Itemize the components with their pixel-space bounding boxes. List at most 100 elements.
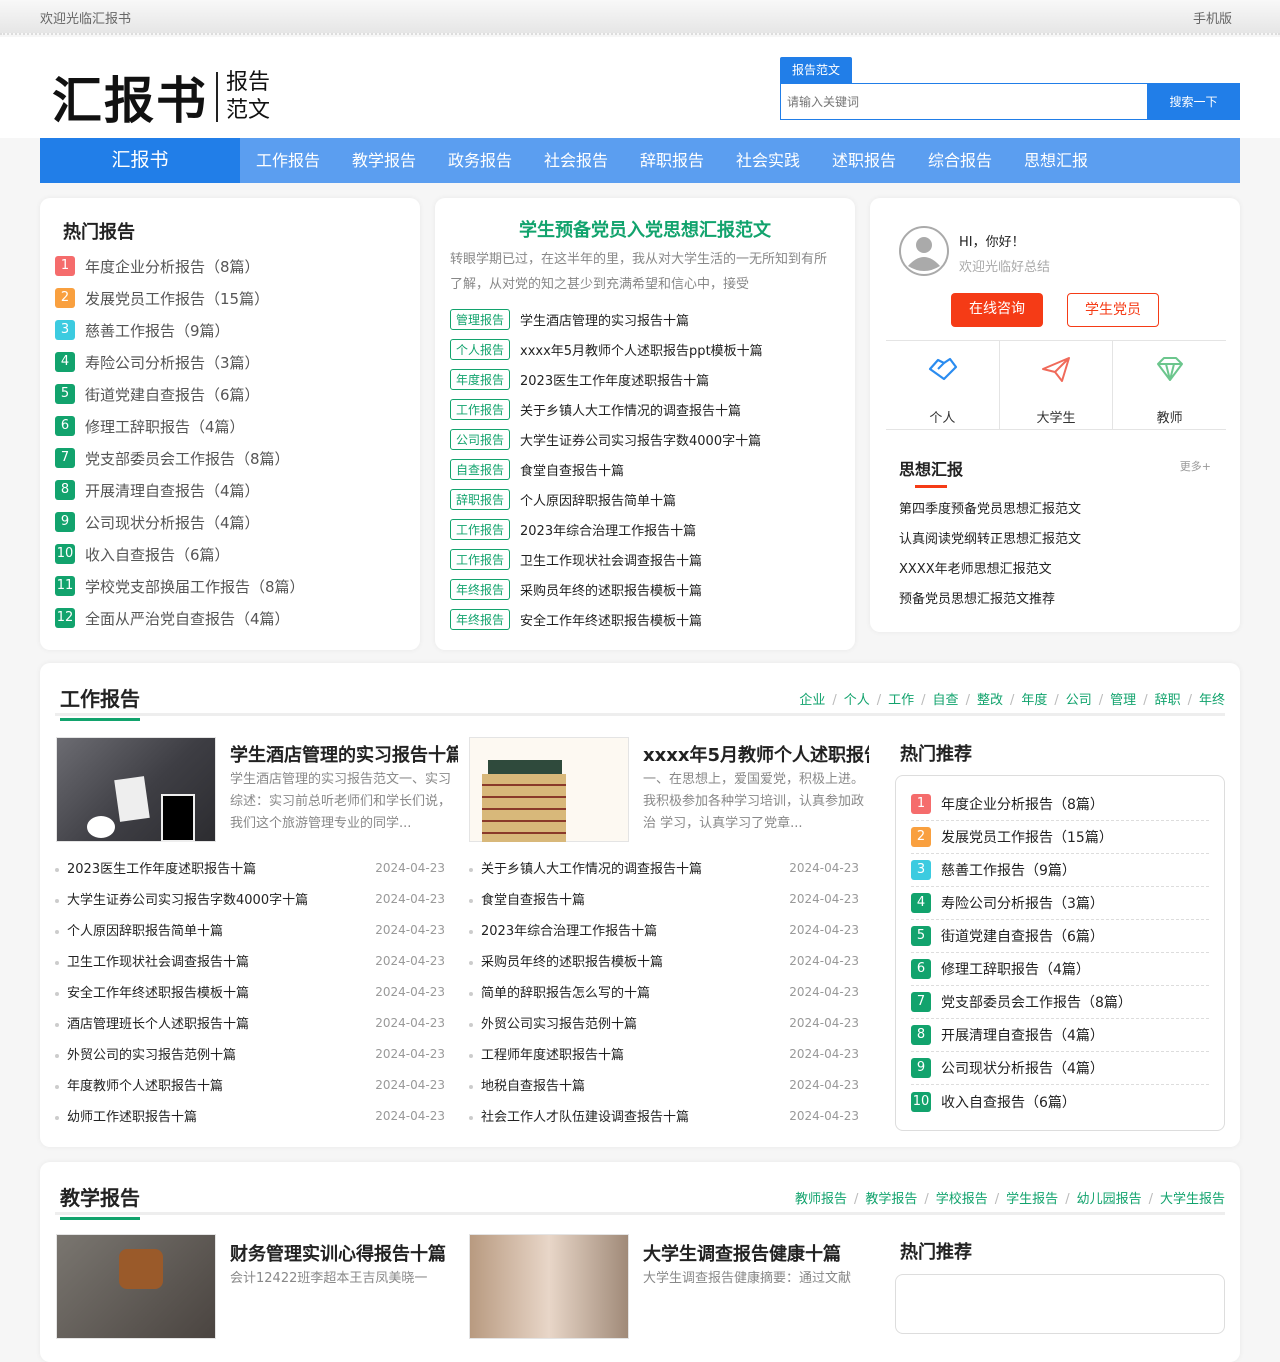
thought-item[interactable]: 第四季度预备党员思想汇报范文 — [899, 498, 1081, 528]
category-tag[interactable]: 工作报告 — [450, 518, 511, 540]
section-link[interactable]: 大学生报告 — [1160, 1192, 1225, 1207]
rank-item[interactable]: 5 街道党建自查报告（6篇） — [911, 920, 1209, 953]
featured-item[interactable]: 工作报告 关于乡镇人大工作情况的调查报告十篇 — [450, 394, 763, 424]
article-title[interactable]: 财务管理实训心得报告十篇 — [230, 1240, 458, 1266]
rank-item[interactable]: 12 全面从严治党自查报告（4篇） — [55, 602, 305, 634]
section-link[interactable]: 辞职 — [1155, 693, 1181, 708]
featured-item[interactable]: 年度报告 2023医生工作年度述职报告十篇 — [450, 364, 763, 394]
item-title[interactable]: 2023年综合治理工作报告十篇 — [520, 520, 696, 539]
category-college[interactable]: 大学生 — [1000, 341, 1114, 429]
list-item[interactable]: 卫生工作现状社会调查报告十篇 2024-04-23 — [55, 945, 445, 976]
article-thumbnail[interactable] — [469, 1234, 629, 1339]
article-thumbnail[interactable] — [469, 737, 629, 842]
rank-item[interactable]: 6 修理工辞职报告（4篇） — [55, 410, 305, 442]
nav-item[interactable]: 思想汇报 — [1008, 138, 1104, 183]
section-link[interactable]: 公司 — [1066, 693, 1092, 708]
list-item[interactable]: 大学生证券公司实习报告字数4000字十篇 2024-04-23 — [55, 883, 445, 914]
nav-item[interactable]: 社会报告 — [528, 138, 624, 183]
category-teacher[interactable]: 教师 — [1113, 341, 1226, 429]
section-link[interactable]: 学校报告 — [936, 1192, 988, 1207]
rank-item[interactable]: 7 党支部委员会工作报告（8篇） — [911, 986, 1209, 1019]
list-item-title[interactable]: 年度教师个人述职报告十篇 — [55, 1075, 223, 1094]
list-item[interactable]: 安全工作年终述职报告模板十篇 2024-04-23 — [55, 976, 445, 1007]
rank-item[interactable]: 6 修理工辞职报告（4篇） — [911, 953, 1209, 986]
list-item[interactable]: 个人原因辞职报告简单十篇 2024-04-23 — [55, 914, 445, 945]
featured-item[interactable]: 年终报告 采购员年终的述职报告模板十篇 — [450, 574, 763, 604]
list-item[interactable]: 幼师工作述职报告十篇 2024-04-23 — [55, 1100, 445, 1131]
list-item[interactable]: 简单的辞职报告怎么写的十篇 2024-04-23 — [469, 976, 859, 1007]
list-item[interactable]: 采购员年终的述职报告模板十篇 2024-04-23 — [469, 945, 859, 976]
nav-item[interactable]: 综合报告 — [912, 138, 1008, 183]
section-link[interactable]: 年终 — [1199, 693, 1225, 708]
category-personal[interactable]: 个人 — [886, 341, 1000, 429]
article-thumbnail[interactable] — [56, 737, 216, 842]
list-item-title[interactable]: 工程师年度述职报告十篇 — [469, 1044, 624, 1063]
section-link[interactable]: 教师报告 — [795, 1192, 847, 1207]
section-link[interactable]: 教学报告 — [865, 1192, 917, 1207]
rank-item[interactable]: 7 党支部委员会工作报告（8篇） — [55, 442, 305, 474]
list-item[interactable]: 食堂自查报告十篇 2024-04-23 — [469, 883, 859, 914]
list-item[interactable]: 地税自查报告十篇 2024-04-23 — [469, 1069, 859, 1100]
article-title[interactable]: 学生酒店管理的实习报告十篇 — [230, 741, 458, 767]
category-tag[interactable]: 公司报告 — [450, 428, 511, 450]
rank-item[interactable]: 11 学校党支部换届工作报告（8篇） — [55, 570, 305, 602]
list-item-title[interactable]: 酒店管理班长个人述职报告十篇 — [55, 1013, 249, 1032]
list-item[interactable]: 外贸公司的实习报告范例十篇 2024-04-23 — [55, 1038, 445, 1069]
nav-item[interactable]: 辞职报告 — [624, 138, 720, 183]
category-tag[interactable]: 个人报告 — [450, 338, 511, 360]
rank-item[interactable]: 2 发展党员工作报告（15篇） — [55, 282, 305, 314]
search-button[interactable]: 搜索一下 — [1147, 83, 1240, 120]
featured-item[interactable]: 管理报告 学生酒店管理的实习报告十篇 — [450, 304, 763, 334]
section-link[interactable]: 幼儿园报告 — [1077, 1192, 1142, 1207]
section-link[interactable]: 企业 — [799, 693, 825, 708]
nav-item[interactable]: 社会实践 — [720, 138, 816, 183]
category-tag[interactable]: 自查报告 — [450, 458, 511, 480]
list-item-title[interactable]: 采购员年终的述职报告模板十篇 — [469, 951, 663, 970]
list-item[interactable]: 年度教师个人述职报告十篇 2024-04-23 — [55, 1069, 445, 1100]
item-title[interactable]: 食堂自查报告十篇 — [520, 460, 624, 479]
item-title[interactable]: 大学生证券公司实习报告字数4000字十篇 — [520, 430, 761, 449]
list-item-title[interactable]: 大学生证券公司实习报告字数4000字十篇 — [55, 889, 308, 908]
item-title[interactable]: 个人原因辞职报告简单十篇 — [520, 490, 676, 509]
list-item-title[interactable]: 个人原因辞职报告简单十篇 — [55, 920, 223, 939]
section-link[interactable]: 管理 — [1110, 693, 1136, 708]
list-item-title[interactable]: 外贸公司的实习报告范例十篇 — [55, 1044, 236, 1063]
section-link[interactable]: 工作 — [888, 693, 914, 708]
online-consult-button[interactable]: 在线咨询 — [951, 293, 1043, 327]
category-tag[interactable]: 年终报告 — [450, 578, 511, 600]
featured-item[interactable]: 工作报告 2023年综合治理工作报告十篇 — [450, 514, 763, 544]
rank-item[interactable]: 9 公司现状分析报告（4篇） — [55, 506, 305, 538]
rank-item[interactable]: 4 寿险公司分析报告（3篇） — [911, 887, 1209, 920]
list-item[interactable]: 关于乡镇人大工作情况的调查报告十篇 2024-04-23 — [469, 852, 859, 883]
category-tag[interactable]: 年终报告 — [450, 608, 511, 630]
list-item[interactable]: 外贸公司实习报告范例十篇 2024-04-23 — [469, 1007, 859, 1038]
featured-item[interactable]: 工作报告 卫生工作现状社会调查报告十篇 — [450, 544, 763, 574]
list-item[interactable]: 社会工作人才队伍建设调查报告十篇 2024-04-23 — [469, 1100, 859, 1131]
category-tag[interactable]: 辞职报告 — [450, 488, 511, 510]
rank-item[interactable]: 3 慈善工作报告（9篇） — [911, 854, 1209, 887]
section-link[interactable]: 个人 — [844, 693, 870, 708]
list-item-title[interactable]: 简单的辞职报告怎么写的十篇 — [469, 982, 650, 1001]
item-title[interactable]: 2023医生工作年度述职报告十篇 — [520, 370, 709, 389]
featured-item[interactable]: 自查报告 食堂自查报告十篇 — [450, 454, 763, 484]
item-title[interactable]: 学生酒店管理的实习报告十篇 — [520, 310, 689, 329]
item-title[interactable]: 安全工作年终述职报告模板十篇 — [520, 610, 702, 629]
item-title[interactable]: 卫生工作现状社会调查报告十篇 — [520, 550, 702, 569]
featured-item[interactable]: 公司报告 大学生证券公司实习报告字数4000字十篇 — [450, 424, 763, 454]
rank-item[interactable]: 9 公司现状分析报告（4篇） — [911, 1052, 1209, 1085]
item-title[interactable]: 采购员年终的述职报告模板十篇 — [520, 580, 702, 599]
category-tag[interactable]: 工作报告 — [450, 398, 511, 420]
rank-item[interactable]: 4 寿险公司分析报告（3篇） — [55, 346, 305, 378]
list-item-title[interactable]: 2023年综合治理工作报告十篇 — [469, 920, 657, 939]
mobile-version-link[interactable]: 手机版 — [1193, 8, 1232, 27]
featured-item[interactable]: 辞职报告 个人原因辞职报告简单十篇 — [450, 484, 763, 514]
section-link[interactable]: 年度 — [1021, 693, 1047, 708]
category-tag[interactable]: 管理报告 — [450, 308, 511, 330]
featured-item[interactable]: 年终报告 安全工作年终述职报告模板十篇 — [450, 604, 763, 634]
student-member-button[interactable]: 学生党员 — [1067, 293, 1159, 327]
site-logo[interactable]: 汇报书 报告 范文 — [52, 61, 270, 133]
category-tag[interactable]: 工作报告 — [450, 548, 511, 570]
rank-item[interactable]: 8 开展清理自查报告（4篇） — [55, 474, 305, 506]
list-item[interactable]: 酒店管理班长个人述职报告十篇 2024-04-23 — [55, 1007, 445, 1038]
list-item[interactable]: 工程师年度述职报告十篇 2024-04-23 — [469, 1038, 859, 1069]
